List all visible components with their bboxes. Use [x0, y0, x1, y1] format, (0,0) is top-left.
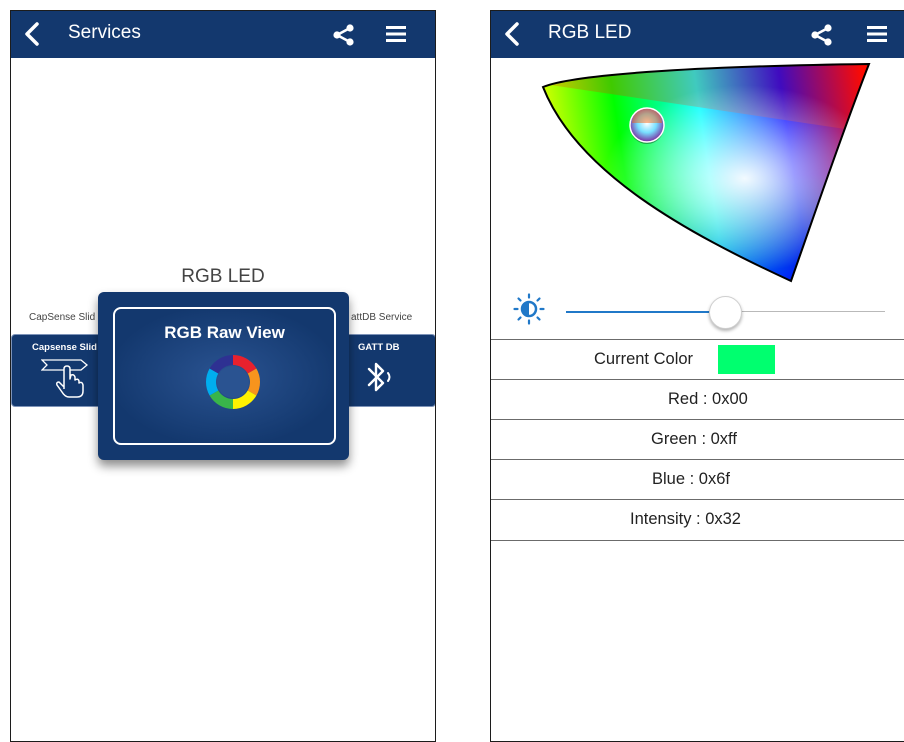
gatt-db-card-label: GATT DB — [358, 342, 400, 353]
page-title: Services — [68, 22, 141, 43]
current-color-swatch — [718, 345, 775, 374]
right-card-caption: attDB Service — [351, 312, 413, 323]
carousel-title: RGB LED — [181, 266, 265, 287]
intensity-value: Intensity : 0x32 — [630, 510, 741, 528]
blue-value: Blue : 0x6f — [652, 470, 730, 488]
intensity-slider-thumb[interactable] — [709, 296, 742, 329]
bluetooth-icon — [367, 362, 391, 392]
current-color-label: Current Color — [594, 350, 694, 368]
rgb-raw-view-card-frame: RGB Raw View — [113, 307, 336, 445]
color-gamut-picker[interactable] — [537, 63, 872, 285]
color-cursor-icon[interactable] — [628, 107, 666, 145]
capsense-card-label: Capsense Slid — [32, 342, 97, 353]
brightness-icon — [513, 293, 545, 325]
intensity-slider-track[interactable] — [725, 311, 885, 312]
chevron-left-icon[interactable] — [21, 21, 45, 47]
current-color-row: Current Color — [491, 339, 904, 380]
rgb-raw-view-label: RGB Raw View — [164, 323, 285, 342]
green-value: Green : 0xff — [651, 430, 737, 448]
swipe-hand-icon — [41, 359, 89, 398]
hamburger-menu-icon[interactable] — [386, 25, 406, 43]
color-ring-icon — [206, 355, 260, 409]
services-screen: Services RGB LED CapSense Slid attDB Ser… — [10, 10, 436, 742]
share-icon[interactable] — [809, 23, 833, 47]
intensity-slider-fill — [566, 311, 725, 313]
blue-value-row: Blue : 0x6f — [491, 459, 904, 500]
red-value-row: Red : 0x00 — [491, 379, 904, 420]
chevron-left-icon[interactable] — [501, 21, 525, 47]
left-card-caption: CapSense Slid — [29, 312, 96, 323]
share-icon[interactable] — [331, 23, 355, 47]
gatt-db-card[interactable]: GATT DB — [341, 334, 435, 407]
nav-bar: Services — [11, 11, 435, 58]
nav-bar: RGB LED — [491, 11, 904, 58]
page-title: RGB LED — [548, 22, 632, 43]
hamburger-menu-icon[interactable] — [867, 25, 887, 43]
rgb-led-screen: RGB LED Current Color Red: 0x00 Green:… — [490, 10, 904, 742]
green-value-row: Green : 0xff — [491, 419, 904, 460]
red-value: Red : 0x00 — [668, 390, 748, 408]
capsense-card[interactable]: Capsense Slid — [11, 334, 108, 407]
rgb-raw-view-card[interactable]: RGB Raw View — [98, 292, 349, 460]
intensity-value-row: Intensity : 0x32 — [491, 499, 904, 541]
